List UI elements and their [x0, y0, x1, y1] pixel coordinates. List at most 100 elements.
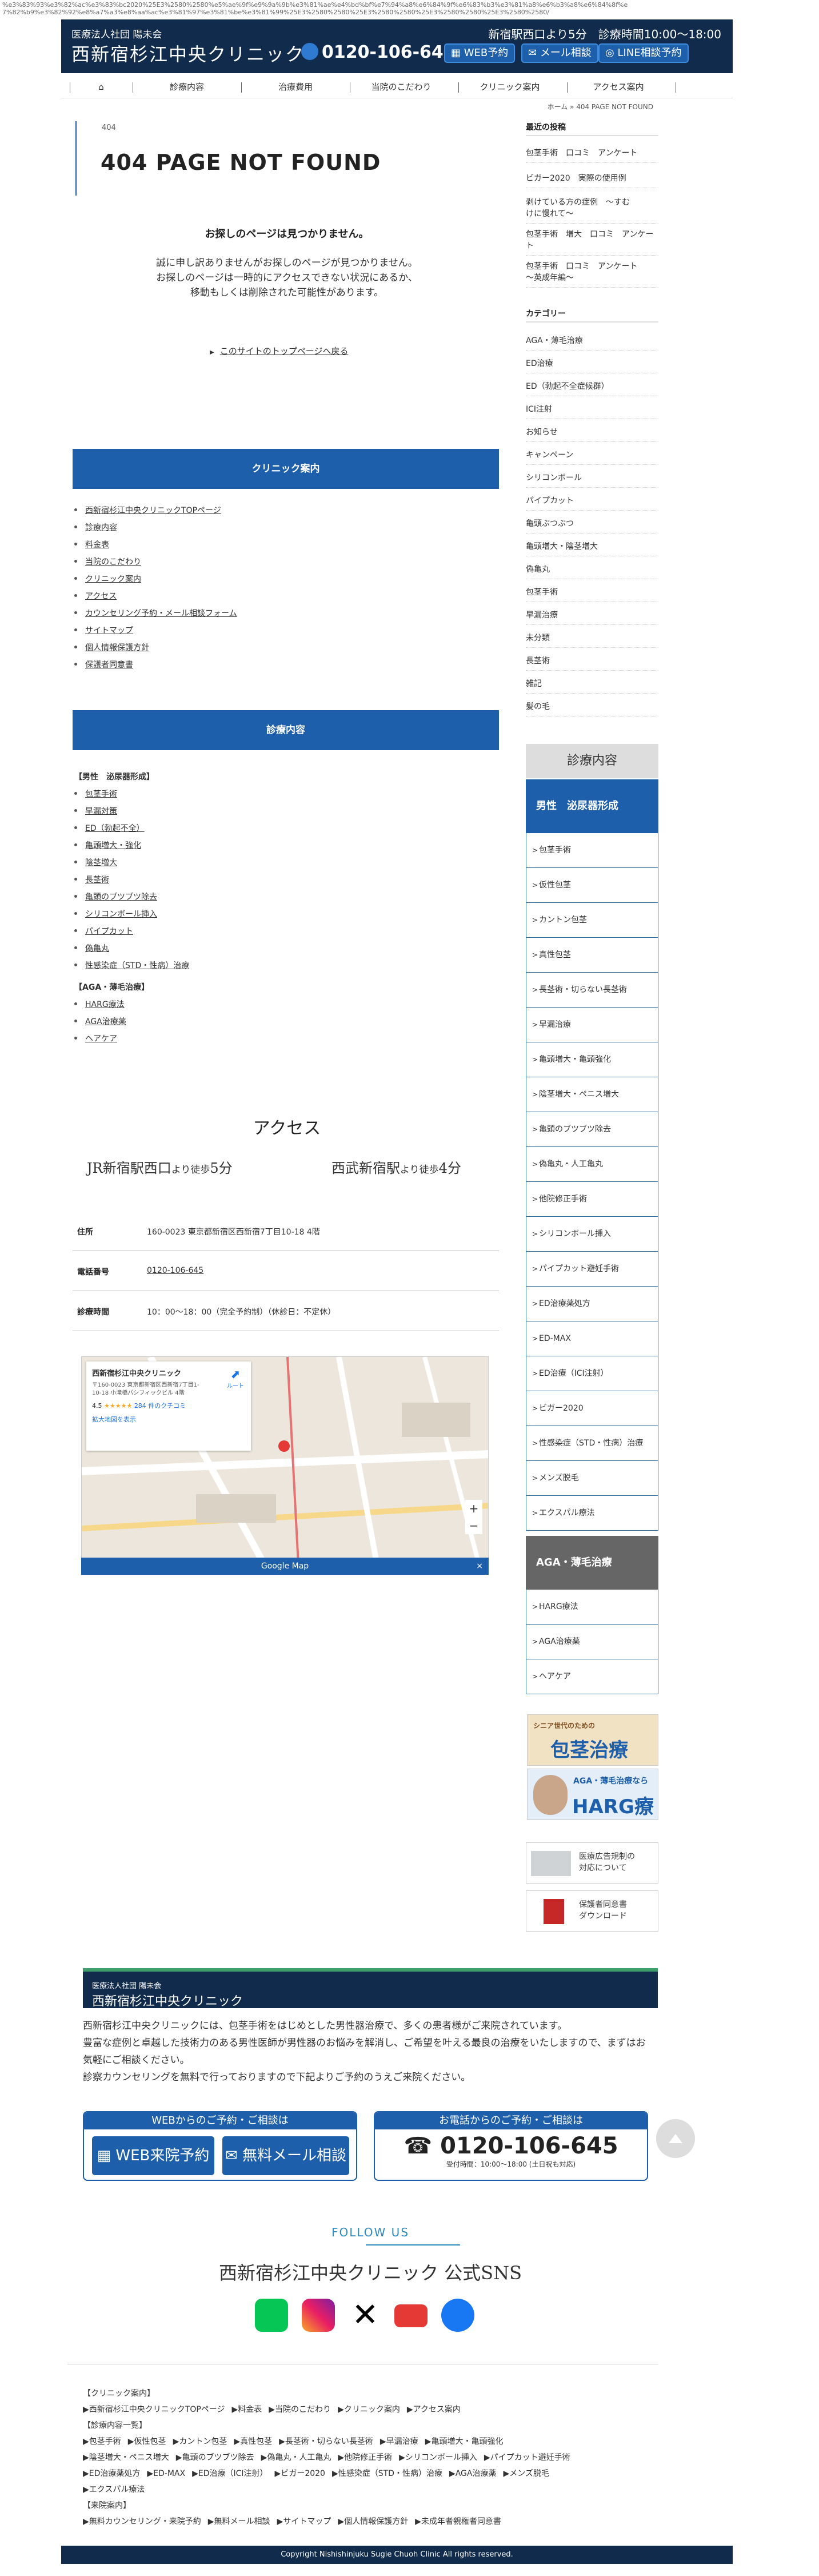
category-link[interactable]: 包茎手術	[526, 583, 658, 602]
tel-link[interactable]: 0120-106-645	[147, 1266, 203, 1275]
sidebar-treatment-item[interactable]: 陰茎増大・ペニス増大	[526, 1077, 658, 1112]
footer-link[interactable]: ▶亀頭増大・亀頭強化	[425, 2437, 504, 2446]
treatment-link-item[interactable]: 長茎術	[74, 871, 474, 889]
clinic-link-item[interactable]: カウンセリング予約・メール相談フォーム	[74, 605, 474, 622]
clinic-link-item[interactable]: サイトマップ	[74, 622, 474, 639]
recent-post-link[interactable]: 剥けている方の症例 〜すむ けに慢れて〜	[526, 193, 658, 224]
recent-post-link[interactable]: 包茎手術 口コミ アンケート	[526, 144, 658, 163]
sidebar-aga-item[interactable]: HARG療法	[526, 1590, 658, 1625]
treatment-link-item[interactable]: 偽亀丸	[74, 940, 474, 957]
line-reserve-button[interactable]: ◎ LINE相談予約	[598, 43, 689, 63]
facebook-icon[interactable]	[441, 2299, 474, 2332]
mail-consult-button[interactable]: ✉ メール相談	[521, 43, 598, 63]
category-link[interactable]: AGA・薄毛治療	[526, 332, 658, 351]
line-icon[interactable]	[255, 2299, 288, 2332]
youtube-icon[interactable]	[394, 2304, 428, 2327]
recent-post-link[interactable]: 包茎手術 口コミ アンケート 〜英成年編〜	[526, 257, 658, 288]
footer-link[interactable]: ▶無料カウンセリング・来院予約	[83, 2517, 201, 2526]
sidebar-aga-item[interactable]: ヘアケア	[526, 1659, 658, 1694]
treatment-link-item[interactable]: AGA治療薬	[74, 1013, 474, 1030]
treatment-link-item[interactable]: 性感染症（STD・性病）治療	[74, 957, 474, 974]
scroll-top-button[interactable]	[656, 2119, 695, 2158]
google-map[interactable]: 西新宿杉江中央クリニック 〒160-0023 東京都新宿区西新宿7丁目1-10-…	[81, 1356, 489, 1575]
map-zoom-controls[interactable]: + −	[465, 1500, 482, 1534]
footer-link[interactable]: ▶ED-MAX	[147, 2469, 185, 2478]
footer-link[interactable]: ▶仮性包茎	[128, 2437, 166, 2446]
footer-link[interactable]: ▶包茎手術	[83, 2437, 121, 2446]
back-to-top-link[interactable]: ▶ このサイトのトップページへ戻る	[210, 345, 348, 357]
nav-fees[interactable]: 治療費用	[255, 75, 335, 98]
map-reviews-link[interactable]: 284 件のクチコミ	[134, 1402, 186, 1410]
sidebar-treatment-item[interactable]: 包茎手術	[526, 833, 658, 868]
map-enlarge-link[interactable]: 拡大地図を表示	[92, 1415, 245, 1424]
footer-link[interactable]: ▶AGA治療薬	[449, 2469, 497, 2478]
close-icon[interactable]: ×	[476, 1558, 483, 1575]
nav-treatment[interactable]: 診療内容	[147, 75, 227, 98]
treatment-link-item[interactable]: HARG療法	[74, 996, 474, 1013]
footer-link[interactable]: ▶ビガー2020	[275, 2469, 325, 2478]
footer-link[interactable]: ▶早漏治療	[380, 2437, 418, 2446]
nav-clinic[interactable]: クリニック案内	[467, 75, 553, 98]
category-link[interactable]: ED（勃起不全症候群）	[526, 377, 658, 396]
footer-link[interactable]: ▶未成年者親権者同意書	[415, 2517, 501, 2526]
footer-link[interactable]: ▶無料メール相談	[208, 2517, 270, 2526]
sidebar-treatment-item[interactable]: 性感染症（STD・性病）治療	[526, 1426, 658, 1461]
category-link[interactable]: 長茎術	[526, 652, 658, 671]
footer-link[interactable]: ▶クリニック案内	[338, 2405, 400, 2414]
footer-link[interactable]: ▶他院修正手術	[338, 2453, 392, 2462]
footer-link[interactable]: ▶アクセス案内	[407, 2405, 461, 2414]
recent-post-link[interactable]: ビガー2020 実際の使用例	[526, 169, 658, 188]
category-link[interactable]: 未分類	[526, 629, 658, 648]
web-visit-reserve-button[interactable]: ▦ WEB来院予約	[92, 2136, 214, 2175]
google-map-bar[interactable]: Google Map ×	[81, 1558, 489, 1575]
footer-link[interactable]: ▶西新宿杉江中央クリニックTOPページ	[83, 2405, 225, 2414]
sidebar-treatment-item[interactable]: 亀頭増大・亀頭強化	[526, 1042, 658, 1077]
category-link[interactable]: パイプカット	[526, 492, 658, 511]
sidebar-treatment-item[interactable]: 他院修正手術	[526, 1182, 658, 1217]
category-link[interactable]: お知らせ	[526, 423, 658, 442]
x-icon[interactable]: ✕	[349, 2299, 382, 2332]
category-link[interactable]: シリコンボール	[526, 469, 658, 488]
nav-commitment[interactable]: 当院のこだわり	[358, 75, 444, 98]
clinic-link-item[interactable]: 診療内容	[74, 519, 474, 536]
sidebar-treatment-item[interactable]: ED治療薬処方	[526, 1287, 658, 1321]
category-link[interactable]: 髪の毛	[526, 698, 658, 716]
footer-link[interactable]: ▶ED治療（ICI注射）	[192, 2469, 267, 2478]
treatment-link-item[interactable]: 陰茎増大	[74, 854, 474, 871]
clinic-link-item[interactable]: 当院のこだわり	[74, 554, 474, 571]
footer-link[interactable]: ▶ED治療薬処方	[83, 2469, 140, 2478]
sidebar-treatment-item[interactable]: カントン包茎	[526, 903, 658, 938]
treatment-link-item[interactable]: シリコンボール挿入	[74, 906, 474, 923]
consent-download-button[interactable]: 保護者同意書 ダウンロード	[526, 1890, 658, 1932]
header-tel[interactable]: 0120-106-645	[301, 42, 456, 62]
map-route-button[interactable]: ⬈ ルート	[227, 1367, 244, 1389]
category-link[interactable]: 亀頭増大・陰茎増大	[526, 538, 658, 556]
footer-link[interactable]: ▶陰茎増大・ペニス増大	[83, 2453, 169, 2462]
treatment-link-item[interactable]: パイプカット	[74, 923, 474, 940]
category-link[interactable]: キャンペーン	[526, 446, 658, 465]
sidebar-treatment-item[interactable]: 偽亀丸・人工亀丸	[526, 1147, 658, 1182]
sidebar-treatment-item[interactable]: ED治療（ICI注射）	[526, 1356, 658, 1391]
footer-link[interactable]: ▶シリコンボール挿入	[399, 2453, 477, 2462]
clinic-link-item[interactable]: 個人情報保護方針	[74, 639, 474, 656]
clinic-link-item[interactable]: アクセス	[74, 588, 474, 605]
treatment-link-item[interactable]: 早漏対策	[74, 803, 474, 820]
clinic-link-item[interactable]: クリニック案内	[74, 571, 474, 588]
clinic-link-item[interactable]: 料金表	[74, 536, 474, 554]
footer-link[interactable]: ▶真性包茎	[234, 2437, 272, 2446]
footer-link[interactable]: ▶個人情報保護方針	[338, 2517, 408, 2526]
sidebar-treatment-item[interactable]: 早漏治療	[526, 1008, 658, 1042]
sidebar-treatment-item[interactable]: メンズ脱毛	[526, 1461, 658, 1496]
recent-post-link[interactable]: 包茎手術 増大 口コミ アンケート	[526, 225, 658, 256]
category-link[interactable]: ICI注射	[526, 400, 658, 419]
ad-regulation-button[interactable]: 医療広告規制の 対応について	[526, 1842, 658, 1884]
banner-harg[interactable]: AGA・薄毛治療なら HARG療法	[527, 1769, 658, 1820]
sidebar-treatment-item[interactable]: エクスパル療法	[526, 1496, 658, 1531]
banner-senior-phimosis[interactable]: シニア世代のための 包茎治療	[527, 1714, 658, 1766]
sidebar-treatment-item[interactable]: 仮性包茎	[526, 868, 658, 903]
footer-link[interactable]: ▶メンズ脱毛	[503, 2469, 549, 2478]
category-link[interactable]: 早漏治療	[526, 606, 658, 625]
footer-link[interactable]: ▶偽亀丸・人工亀丸	[261, 2453, 331, 2462]
breadcrumb[interactable]: ホーム » 404 PAGE NOT FOUND	[548, 102, 653, 112]
footer-link[interactable]: ▶料金表	[232, 2405, 262, 2414]
